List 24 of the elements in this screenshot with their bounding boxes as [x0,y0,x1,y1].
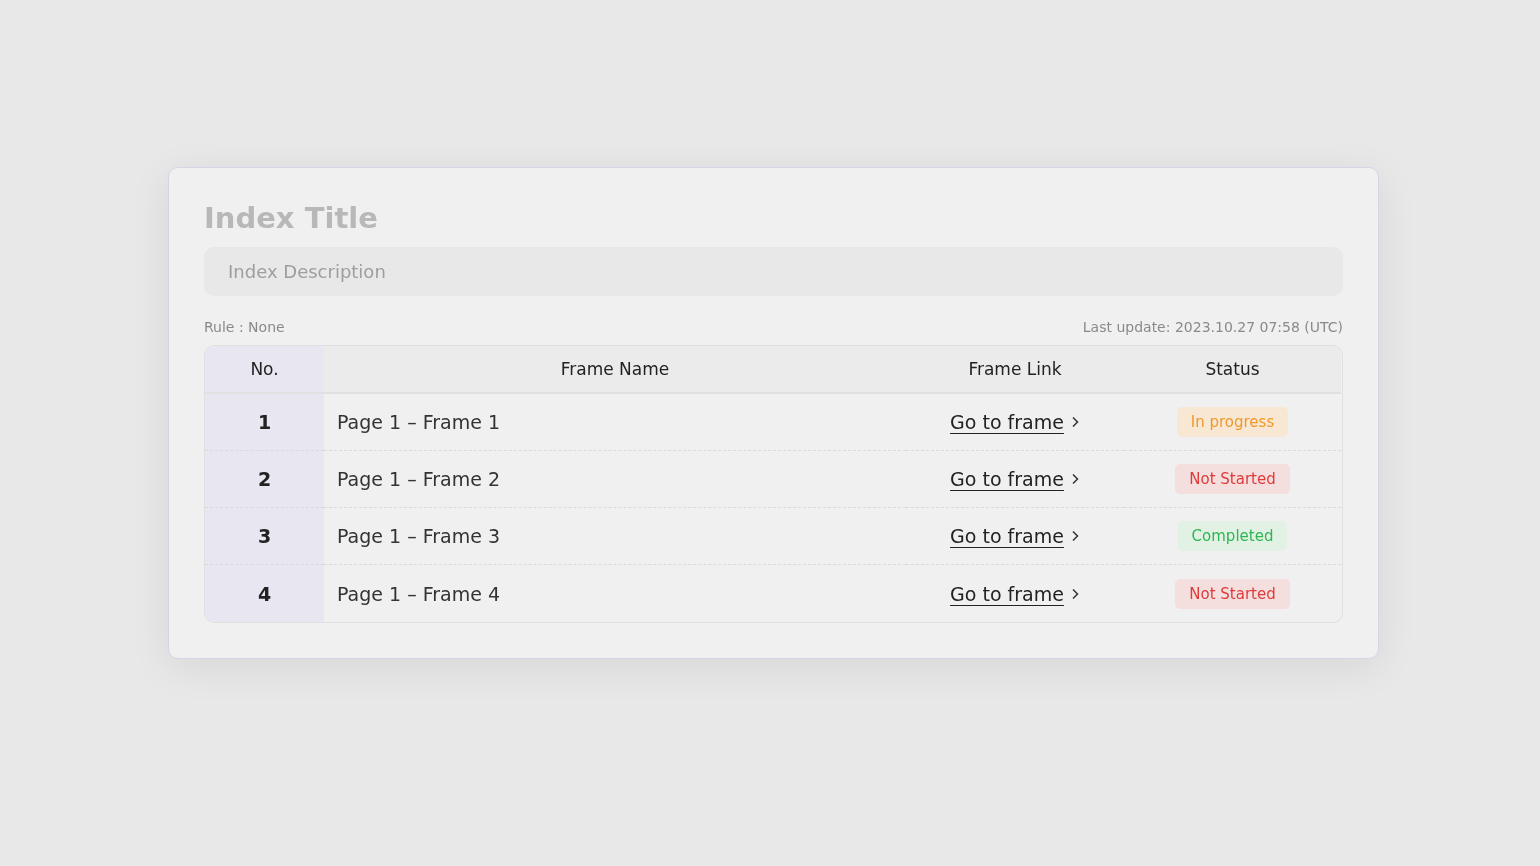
frame-name-cell: Page 1 – Frame 2 [324,451,906,508]
row-number-cell: 4 [205,565,324,622]
frame-name-cell-text: Page 1 – Frame 4 [336,581,502,607]
row-number-cell: 2 [205,451,324,508]
status-badge: Completed [1177,521,1288,551]
column-header: No. [205,346,324,394]
go-to-frame-link[interactable]: Go to frame [950,582,1080,605]
description-field[interactable]: Index Description [204,247,1343,296]
column-header: Frame Link [906,346,1124,394]
index-title: Index Title [204,201,379,235]
frame-name-cell: Page 1 – Frame 3 [324,508,906,565]
frame-name-cell: Page 1 – Frame 1 [324,394,906,451]
go-to-frame-link[interactable]: Go to frame [950,411,1080,433]
go-to-frame-link[interactable]: Go to frame [950,525,1080,547]
column-header: Status [1124,346,1341,394]
status-badge: Not Started [1175,578,1290,609]
last-update-label: Last update: 2023.10.27 07:58 (UTC) [1082,319,1343,335]
column-header: Frame Name [324,346,906,394]
row-number-cell: 1 [205,394,324,451]
go-to-frame-link[interactable]: Go to frame [950,468,1080,490]
row-number-cell: 3 [205,508,324,565]
status-badge: Not Started [1175,464,1290,494]
rule-label: Rule : None [204,319,285,335]
status-badge: In progress [1176,407,1289,437]
